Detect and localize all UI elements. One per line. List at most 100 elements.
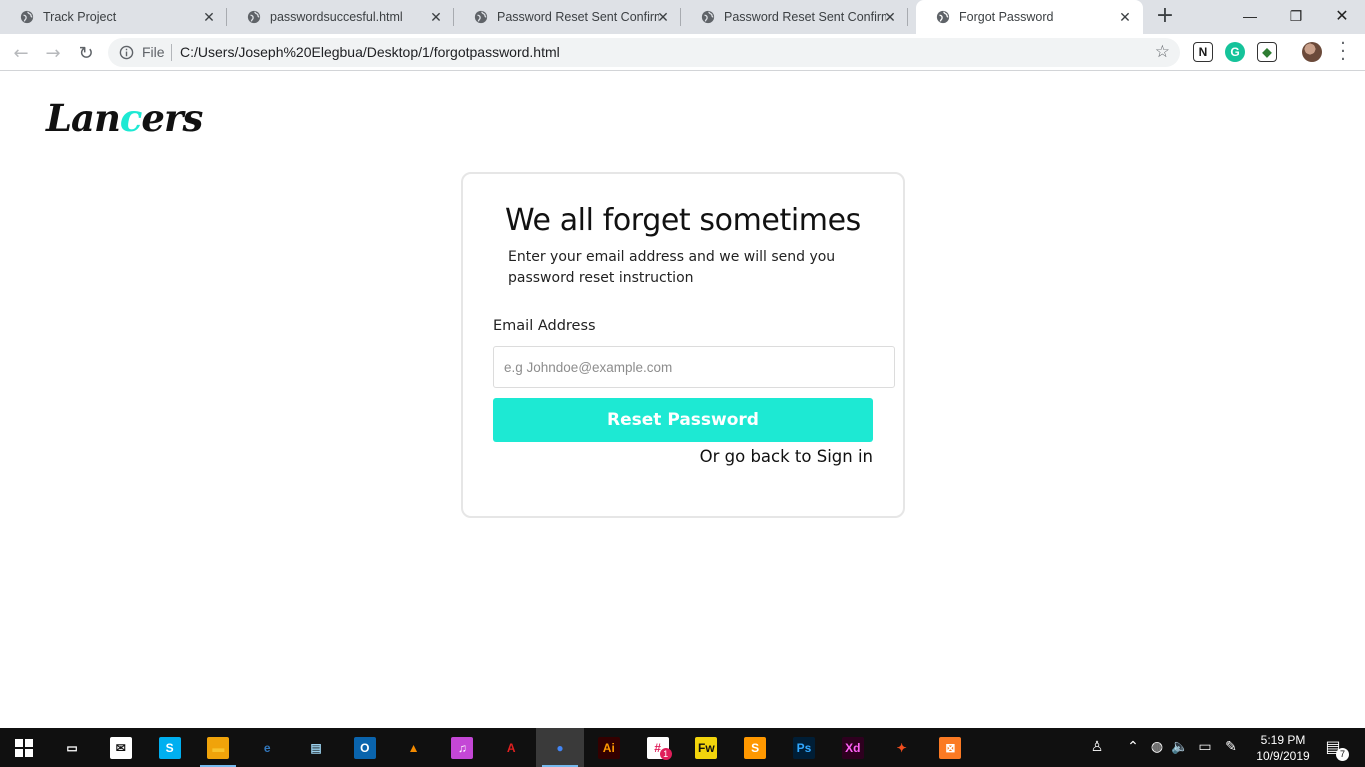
tab-track-project[interactable]: Track Project ✕ [0, 0, 227, 34]
globe-icon [936, 10, 950, 24]
pen-icon[interactable]: ✎ [1222, 738, 1240, 756]
taskbar-app-xd[interactable]: Xd [829, 728, 877, 767]
globe-icon [247, 10, 261, 24]
browser-menu-icon[interactable]: · · · [1338, 35, 1348, 69]
forgot-password-card: We all forget sometimes Enter your email… [461, 172, 905, 518]
taskbar-clock[interactable]: 5:19 PM 10/9/2019 [1248, 732, 1318, 764]
xampp-icon: ⊠ [939, 736, 962, 759]
slack-badge: 1 [659, 748, 672, 760]
vlc-icon: ▲ [407, 740, 420, 755]
notion-icon[interactable]: N [1193, 42, 1213, 62]
outlook-icon: O [353, 736, 376, 759]
task-view-icon: ▭ [66, 740, 78, 755]
windows-taskbar: ▭ ✉ S ▬ e ▤ O ▲ ♫ A ● Ai #1 Fw S Ps Xd ✦ ⊠ ♙ ⌃ ◍ 🔈 ▭ ✎ 5:1… [0, 728, 1365, 767]
address-bar[interactable]: File C:/Users/Joseph%20Elegbua/Desktop/1… [108, 38, 1180, 67]
sublime-icon: S [744, 736, 767, 759]
edge-icon: e [263, 740, 271, 755]
taskbar-app-task-view[interactable]: ▭ [48, 728, 96, 767]
minimize-button[interactable]: — [1227, 0, 1273, 32]
grammarly-icon[interactable]: G [1225, 42, 1245, 62]
taskbar-app-file-explorer[interactable]: ▬ [194, 728, 242, 767]
skype-icon: S [158, 736, 181, 759]
itunes-icon: ♫ [451, 736, 474, 759]
reload-button[interactable]: ↻ [74, 41, 98, 65]
tab-title: Password Reset Sent Confirmat [497, 10, 659, 24]
url-text[interactable]: C:/Users/Joseph%20Elegbua/Desktop/1/forg… [180, 44, 560, 60]
close-tab-icon[interactable]: ✕ [655, 9, 671, 25]
lancers-logo[interactable]: Lancers [46, 96, 203, 140]
clock-date: 10/9/2019 [1256, 749, 1310, 763]
people-icon[interactable]: ♙ [1088, 738, 1106, 756]
logo-text-accent: c [119, 96, 143, 140]
xd-icon: Xd [841, 736, 864, 759]
close-window-button[interactable]: ✕ [1319, 0, 1365, 32]
tab-passwordsuccesful[interactable]: passwordsuccesful.html ✕ [227, 0, 454, 34]
forward-button[interactable]: → [41, 41, 65, 65]
scheme-label: File [142, 44, 165, 60]
close-tab-icon[interactable]: ✕ [201, 9, 217, 25]
card-subtitle: Enter your email address and we will sen… [508, 249, 836, 286]
email-label: Email Address [493, 318, 596, 334]
figma-icon: ✦ [896, 740, 907, 755]
close-tab-icon[interactable]: ✕ [428, 9, 444, 25]
logo-text-start: Lan [46, 96, 121, 140]
windows-logo-icon [15, 738, 33, 757]
battery-icon[interactable]: ▭ [1196, 738, 1214, 756]
logo-text-end: ers [141, 96, 203, 140]
acrobat-icon: A [506, 740, 516, 755]
mail-icon: ✉ [109, 736, 132, 759]
back-button[interactable]: ← [9, 41, 33, 65]
chrome-icon: ● [556, 740, 564, 755]
tab-forgot-password[interactable]: Forgot Password ✕ [916, 0, 1143, 34]
file-explorer-icon: ▬ [207, 736, 230, 759]
taskbar-app-notepad[interactable]: ▤ [292, 728, 340, 767]
taskbar-app-outlook[interactable]: O [341, 728, 389, 767]
network-globe-icon[interactable]: ◍ [1148, 738, 1166, 756]
tab-password-reset-sent-1[interactable]: Password Reset Sent Confirmat ✕ [454, 0, 681, 34]
tab-title: passwordsuccesful.html [270, 10, 403, 24]
taskbar-app-chrome[interactable]: ● [536, 728, 584, 767]
restore-button[interactable]: ❐ [1273, 0, 1319, 32]
tray-chevron-icon[interactable]: ⌃ [1124, 738, 1142, 756]
taskbar-app-itunes[interactable]: ♫ [438, 728, 486, 767]
taskbar-app-skype[interactable]: S [146, 728, 194, 767]
taskbar-app-sublime[interactable]: S [731, 728, 779, 767]
extension-globe-icon[interactable]: ◆ [1257, 42, 1277, 62]
email-field[interactable] [493, 346, 895, 388]
omnibox-separator [171, 44, 172, 61]
close-tab-icon[interactable]: ✕ [882, 9, 898, 25]
globe-icon [20, 10, 34, 24]
tab-password-reset-sent-2[interactable]: Password Reset Sent Confirmat ✕ [681, 0, 908, 34]
reset-password-button[interactable]: Reset Password [493, 398, 873, 442]
tab-title: Forgot Password [959, 10, 1054, 24]
tab-separator [907, 8, 908, 26]
profile-avatar[interactable] [1302, 42, 1322, 62]
taskbar-app-slack[interactable]: #1 [634, 728, 682, 767]
photoshop-icon: Ps [793, 736, 815, 759]
tab-title: Track Project [43, 10, 117, 24]
taskbar-app-fireworks[interactable]: Fw [682, 728, 730, 767]
clock-time: 5:19 PM [1260, 733, 1306, 747]
fireworks-icon: Fw [695, 736, 718, 759]
taskbar-app-edge[interactable]: e [243, 728, 291, 767]
taskbar-app-illustrator[interactable]: Ai [585, 728, 633, 767]
notepad-icon: ▤ [310, 740, 322, 755]
card-title: We all forget sometimes [505, 203, 861, 238]
close-tab-icon[interactable]: ✕ [1117, 9, 1133, 25]
illustrator-icon: Ai [597, 736, 620, 759]
taskbar-app-acrobat[interactable]: A [487, 728, 535, 767]
volume-icon[interactable]: 🔈 [1171, 738, 1189, 756]
taskbar-app-vlc[interactable]: ▲ [390, 728, 438, 767]
globe-icon [474, 10, 488, 24]
back-to-signin-link[interactable]: Or go back to Sign in [700, 447, 873, 466]
browser-toolbar: ← → ↻ File C:/Users/Joseph%20Elegbua/Des… [0, 34, 1365, 71]
start-button[interactable] [0, 728, 48, 767]
taskbar-app-xampp[interactable]: ⊠ [926, 728, 974, 767]
new-tab-button[interactable]: + [1153, 5, 1177, 29]
taskbar-app-photoshop[interactable]: Ps [780, 728, 828, 767]
info-icon[interactable] [119, 45, 134, 60]
browser-tab-strip: Track Project ✕ passwordsuccesful.html ✕… [0, 0, 1365, 34]
taskbar-app-figma[interactable]: ✦ [878, 728, 926, 767]
bookmark-star-icon[interactable]: ☆ [1155, 42, 1170, 62]
taskbar-app-mail[interactable]: ✉ [97, 728, 145, 767]
